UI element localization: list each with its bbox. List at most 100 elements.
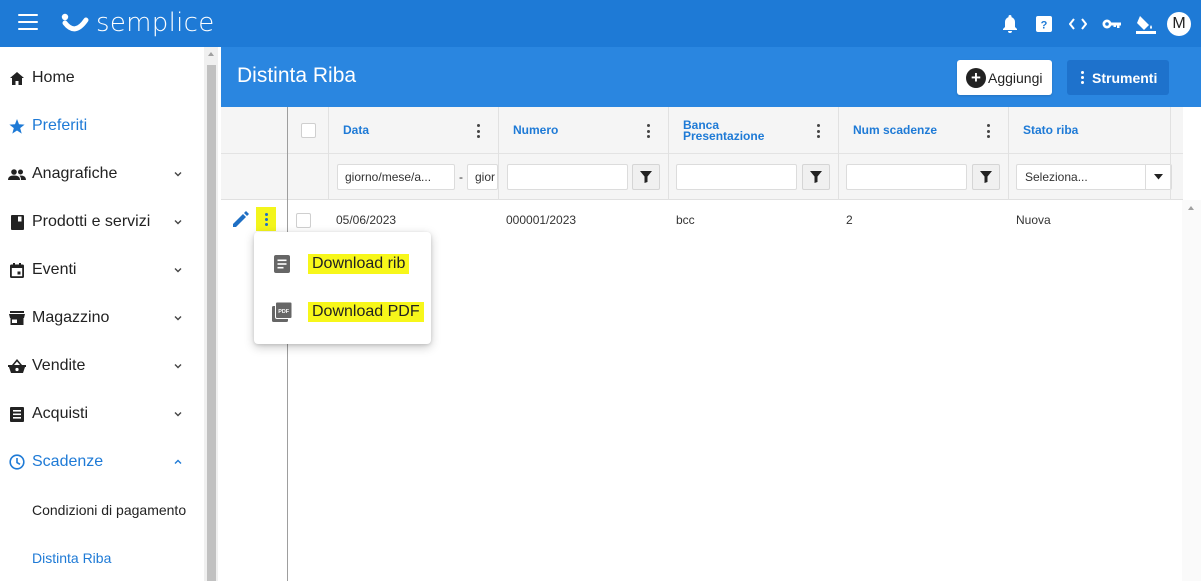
cell-numero: 000001/2023 <box>506 213 577 227</box>
grid-header-row: Data Numero Banca Presentazione Num scad… <box>221 107 1183 154</box>
numero-filter-input[interactable] <box>507 164 628 190</box>
sidebar-item-label: Vendite <box>32 357 86 374</box>
cell-stato: Nuova <box>1016 213 1051 227</box>
row-more-actions-icon[interactable] <box>256 207 276 231</box>
column-menu-icon[interactable] <box>817 124 821 138</box>
row-actions-menu: Download rib PDF Download PDF <box>254 232 431 344</box>
column-header-label: Data <box>343 123 370 137</box>
scrollbar-thumb[interactable] <box>207 65 216 581</box>
page-header: Distinta Riba + Aggiungi Strumenti <box>221 47 1201 107</box>
scroll-up-arrow-icon[interactable] <box>1188 206 1194 210</box>
logo-text: semplice <box>96 8 215 38</box>
column-header-data[interactable]: Data <box>343 107 513 154</box>
menu-item-label: Download rib <box>308 254 410 274</box>
column-divider <box>1170 107 1171 200</box>
sidebar-item-label: Preferiti <box>32 117 88 134</box>
select-caret-icon[interactable] <box>1145 165 1171 189</box>
column-menu-icon[interactable] <box>477 124 481 138</box>
sidebar-item-label: Anagrafiche <box>32 165 118 182</box>
help-icon[interactable]: ? <box>1027 7 1061 41</box>
column-header-label: Banca Presentazione <box>683 117 765 143</box>
sidebar-item-prodotti[interactable]: Prodotti e servizi <box>0 198 204 246</box>
sidebar-item-label: Magazzino <box>32 309 110 326</box>
key-icon[interactable] <box>1095 7 1129 41</box>
sidebar-scrollbar[interactable] <box>204 47 218 581</box>
chevron-down-icon <box>174 172 182 177</box>
sidebar-item-label: Home <box>32 69 75 86</box>
user-avatar[interactable]: M <box>1167 11 1191 36</box>
filter-icon[interactable] <box>802 164 830 190</box>
download-rib-menu-item[interactable]: Download rib <box>254 241 431 287</box>
column-header-num-scadenze[interactable]: Num scadenze <box>853 107 1023 154</box>
scroll-up-arrow-icon[interactable] <box>208 52 214 56</box>
row-checkbox[interactable] <box>296 213 311 228</box>
plus-circle-icon: + <box>966 67 986 88</box>
document-icon <box>272 254 292 274</box>
sidebar-item-magazzino[interactable]: Magazzino <box>0 294 204 342</box>
star-icon <box>8 117 26 135</box>
svg-text:?: ? <box>1041 19 1048 31</box>
column-header-stato[interactable]: Stato riba <box>1023 107 1183 154</box>
banca-filter-input[interactable] <box>676 164 797 190</box>
tools-button[interactable]: Strumenti <box>1067 60 1169 95</box>
date-from-filter[interactable]: giorno/mese/a... <box>337 164 455 190</box>
num-scadenze-filter-input[interactable] <box>846 164 967 190</box>
chevron-down-icon <box>174 220 182 225</box>
grid-scrollbar[interactable] <box>1182 200 1201 581</box>
pdf-icon: PDF <box>272 302 292 322</box>
chevron-down-icon <box>174 412 182 417</box>
cell-num-scadenze: 2 <box>846 213 853 227</box>
column-header-label: Numero <box>513 123 559 137</box>
paint-bucket-icon[interactable] <box>1129 7 1163 41</box>
chevron-down-icon <box>174 316 182 321</box>
filter-icon[interactable] <box>632 164 660 190</box>
column-header-numero[interactable]: Numero <box>513 107 683 154</box>
download-pdf-menu-item[interactable]: PDF Download PDF <box>254 289 431 335</box>
sidebar-item-anagrafiche[interactable]: Anagrafiche <box>0 150 204 198</box>
cell-banca: bcc <box>676 213 695 227</box>
chevron-up-icon <box>174 459 182 464</box>
logo-smile-icon <box>61 13 89 32</box>
status-select[interactable]: Seleziona... <box>1016 164 1172 190</box>
menu-item-label: Download PDF <box>308 302 424 322</box>
home-icon <box>8 69 26 87</box>
edit-pencil-icon[interactable] <box>231 209 251 229</box>
sidebar-item-label: Prodotti e servizi <box>32 213 151 230</box>
sidebar-item-acquisti[interactable]: Acquisti <box>0 390 204 438</box>
sidebar-subitem-label: Condizioni di pagamento <box>32 502 187 518</box>
sidebar: Home Preferiti Anagrafiche Prodotti e se… <box>0 47 204 581</box>
sidebar-item-vendite[interactable]: Vendite <box>0 342 204 390</box>
grid-filter-row: giorno/mese/a... - gior Seleziona... <box>221 154 1183 200</box>
add-button[interactable]: + Aggiungi <box>957 60 1052 95</box>
sidebar-item-home[interactable]: Home <box>0 54 204 102</box>
bell-icon[interactable] <box>993 7 1027 41</box>
clock-icon <box>8 453 26 471</box>
top-bar: semplice ? M <box>0 0 1201 47</box>
row-actions-divider <box>287 107 288 581</box>
logo[interactable]: semplice <box>60 6 215 40</box>
more-vertical-icon <box>1081 71 1084 84</box>
column-menu-icon[interactable] <box>647 124 651 138</box>
date-to-filter[interactable]: gior <box>467 164 498 190</box>
sidebar-subitem-label: Distinta Riba <box>32 550 112 566</box>
tools-button-label: Strumenti <box>1092 69 1158 86</box>
data-grid: Data Numero Banca Presentazione Num scad… <box>221 107 1201 581</box>
hamburger-menu-icon[interactable] <box>18 14 38 30</box>
chevron-down-icon <box>174 364 182 369</box>
select-all-checkbox[interactable] <box>301 123 316 138</box>
page-title: Distinta Riba <box>237 64 357 87</box>
sidebar-item-eventi[interactable]: Eventi <box>0 246 204 294</box>
sidebar-item-preferiti[interactable]: Preferiti <box>0 102 204 150</box>
add-button-label: Aggiungi <box>988 69 1043 86</box>
svg-text:PDF: PDF <box>278 309 289 315</box>
column-menu-icon[interactable] <box>987 124 991 138</box>
column-header-banca[interactable]: Banca Presentazione <box>683 107 853 154</box>
store-icon <box>8 309 26 327</box>
sidebar-item-label: Eventi <box>32 261 77 278</box>
code-icon[interactable] <box>1061 7 1095 41</box>
people-icon <box>8 165 26 183</box>
sidebar-item-scadenze[interactable]: Scadenze <box>0 438 204 486</box>
sidebar-subitem-condizioni[interactable]: Condizioni di pagamento <box>0 486 204 534</box>
filter-icon[interactable] <box>972 164 1000 190</box>
sidebar-subitem-distinta-riba[interactable]: Distinta Riba <box>0 534 204 582</box>
